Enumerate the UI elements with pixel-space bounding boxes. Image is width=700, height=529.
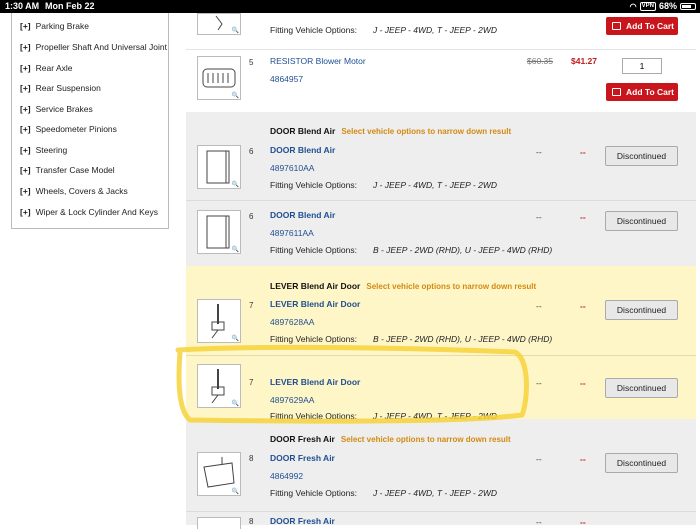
highlight-annotation (175, 344, 529, 424)
